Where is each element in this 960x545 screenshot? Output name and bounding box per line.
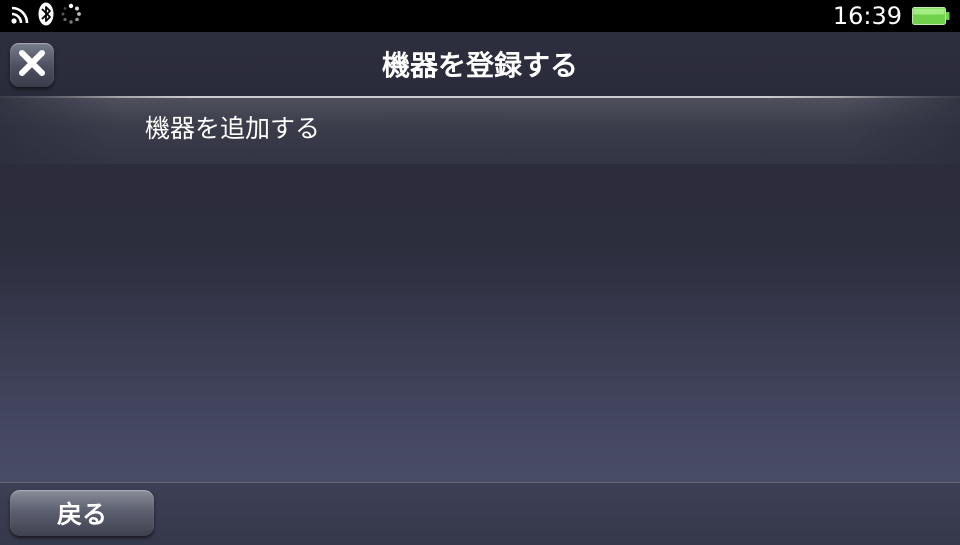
page-title: 機器を登録する [381, 49, 578, 82]
footer: 戻る [0, 482, 960, 545]
battery-icon [912, 7, 950, 25]
close-icon [17, 48, 47, 82]
header: 機器を登録する [0, 32, 960, 96]
back-button[interactable]: 戻る [10, 490, 154, 536]
status-bar: 16:39 [0, 0, 960, 32]
list-item-add-device[interactable]: 機器を追加する [0, 96, 960, 164]
menu-list: 機器を追加する [0, 96, 960, 164]
bluetooth-icon [38, 2, 54, 30]
close-button[interactable] [10, 43, 54, 87]
status-icons [10, 2, 82, 30]
loading-spinner-icon [60, 3, 82, 29]
status-time: 16:39 [832, 2, 902, 30]
list-item-label: 機器を追加する [145, 114, 321, 143]
wifi-icon [10, 3, 32, 29]
